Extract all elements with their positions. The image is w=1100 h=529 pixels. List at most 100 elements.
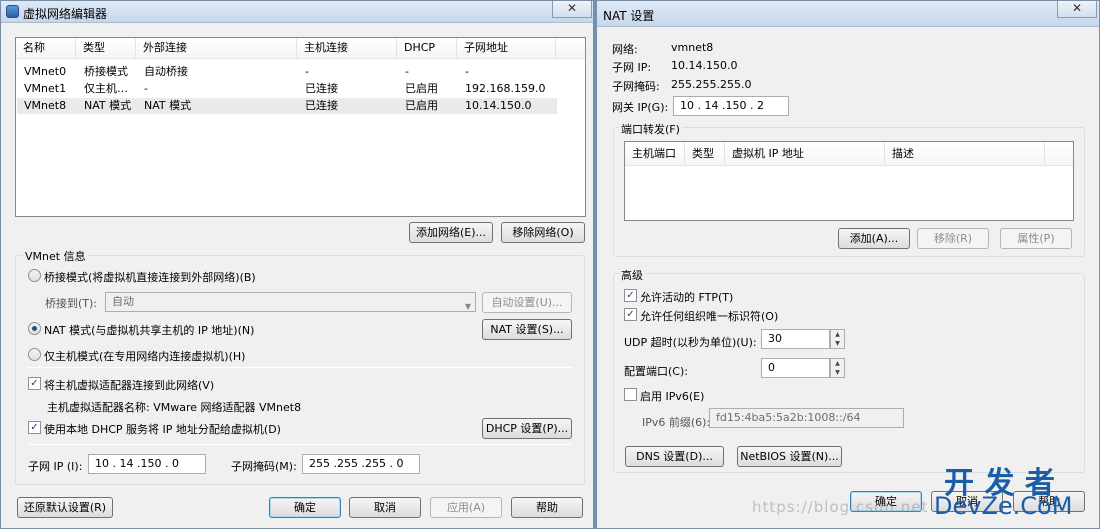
auto-settings-button[interactable]: 自动设置(U)...: [482, 292, 572, 313]
cell: 自动桥接: [144, 65, 188, 78]
close-button[interactable]: ✕: [552, 1, 592, 18]
window-title: 虚拟网络编辑器: [23, 7, 108, 21]
add-button[interactable]: 添加(A)...: [838, 228, 910, 249]
nat-settings-window: NAT 设置 ✕ 网络: vmnet8 子网 IP: 10.14.150.0 子…: [596, 0, 1100, 529]
dns-settings-button[interactable]: DNS 设置(D)...: [625, 446, 724, 467]
divider: [27, 444, 573, 445]
subnet-mask-field[interactable]: 255 .255 .255 . 0: [302, 454, 420, 474]
bridge-to-select[interactable]: 自动 ▼: [105, 292, 476, 312]
cell: 192.168.159.0: [465, 82, 546, 95]
allow-oui-checkbox[interactable]: ✓: [624, 308, 637, 321]
adapter-name-text: 主机虚拟适配器名称: VMware 网络适配器 VMnet8: [47, 401, 302, 414]
close-button[interactable]: ✕: [1057, 1, 1097, 18]
bridge-mode-radio[interactable]: [28, 269, 41, 282]
list-header: 主机端口 类型 虚拟机 IP 地址 描述: [625, 142, 1073, 166]
watermark-logo-bottom: DevZe.CoM: [934, 492, 1073, 520]
udp-timeout-field[interactable]: 30: [761, 329, 830, 349]
virtual-network-editor-window: 虚拟网络编辑器 ✕ 名称 类型 外部连接 主机连接 DHCP 子网地址 VMne…: [0, 0, 594, 529]
col-subnet[interactable]: 子网地址: [457, 38, 556, 58]
remove-button[interactable]: 移除(R): [917, 228, 989, 249]
title-bar[interactable]: NAT 设置: [597, 1, 1099, 27]
udp-timeout-label: UDP 超时(以秒为单位)(U):: [624, 336, 757, 349]
network-label: 网络:: [612, 43, 638, 56]
properties-button[interactable]: 属性(P): [1000, 228, 1072, 249]
host-only-label[interactable]: 仅主机模式(在专用网络内连接虚拟机)(H): [44, 348, 245, 364]
connect-adapter-label[interactable]: 将主机虚拟适配器连接到此网络(V): [44, 377, 214, 393]
allow-ftp-checkbox[interactable]: ✓: [624, 289, 637, 302]
advanced-label: 高级: [619, 267, 645, 283]
chevron-down-icon: ▼: [464, 302, 471, 311]
subnet-ip-value: 10.14.150.0: [671, 59, 738, 72]
col-type[interactable]: 类型: [685, 142, 725, 165]
col-host[interactable]: 主机连接: [297, 38, 397, 58]
subnet-ip-field[interactable]: 10 . 14 .150 . 0: [88, 454, 206, 474]
nat-mode-label[interactable]: NAT 模式(与虚拟机共享主机的 IP 地址)(N): [44, 322, 254, 338]
subnet-mask-label: 子网掩码(M):: [231, 460, 297, 473]
col-dhcp[interactable]: DHCP: [397, 38, 457, 58]
use-dhcp-checkbox[interactable]: ✓: [28, 421, 41, 434]
col-external[interactable]: 外部连接: [136, 38, 297, 58]
config-port-label: 配置端口(C):: [624, 365, 688, 378]
cell: -: [305, 65, 309, 78]
vmnet-info-label: VMnet 信息: [23, 248, 88, 264]
use-dhcp-label[interactable]: 使用本地 DHCP 服务将 IP 地址分配给虚拟机(D): [44, 421, 281, 437]
watermark-url: https://blog.csdn.net: [752, 498, 929, 516]
up-arrow-icon[interactable]: ▲: [831, 330, 844, 339]
col-type[interactable]: 类型: [76, 38, 136, 58]
dhcp-settings-button[interactable]: DHCP 设置(P)...: [482, 418, 572, 439]
subnet-mask-label: 子网掩码:: [612, 80, 660, 93]
col-host-port[interactable]: 主机端口: [625, 142, 685, 165]
down-arrow-icon[interactable]: ▼: [831, 368, 844, 377]
list-header: 名称 类型 外部连接 主机连接 DHCP 子网地址: [16, 38, 585, 59]
network-value: vmnet8: [671, 41, 714, 54]
gateway-field[interactable]: 10 . 14 .150 . 2: [673, 96, 789, 116]
bridge-to-label: 桥接到(T):: [45, 297, 98, 310]
nat-mode-radio[interactable]: [28, 322, 41, 335]
title-bar[interactable]: 虚拟网络编辑器: [1, 1, 593, 23]
restore-defaults-button[interactable]: 还原默认设置(R): [17, 497, 113, 518]
config-port-field[interactable]: 0: [761, 358, 830, 378]
network-row-vmnet1[interactable]: VMnet1 仅主机… - 已连接 已启用 192.168.159.0: [17, 81, 557, 97]
nat-settings-button[interactable]: NAT 设置(S)...: [482, 319, 572, 340]
host-only-radio[interactable]: [28, 348, 41, 361]
udp-timeout-stepper[interactable]: ▲ ▼: [830, 329, 845, 349]
cell: NAT 模式: [144, 99, 192, 112]
add-network-button[interactable]: 添加网络(E)...: [409, 222, 493, 243]
allow-oui-label[interactable]: 允许任何组织唯一标识符(O): [640, 308, 778, 324]
ok-button[interactable]: 确定: [269, 497, 341, 518]
cancel-button[interactable]: 取消: [349, 497, 421, 518]
cell: -: [465, 65, 469, 78]
enable-ipv6-checkbox[interactable]: [624, 388, 637, 401]
apply-button[interactable]: 应用(A): [430, 497, 502, 518]
gateway-label: 网关 IP(G):: [612, 101, 669, 114]
cell: 已连接: [305, 99, 338, 112]
remove-network-button[interactable]: 移除网络(O): [501, 222, 585, 243]
subnet-ip-label: 子网 IP:: [612, 61, 652, 74]
port-forward-list[interactable]: 主机端口 类型 虚拟机 IP 地址 描述: [624, 141, 1074, 221]
help-button[interactable]: 帮助: [511, 497, 583, 518]
enable-ipv6-label[interactable]: 启用 IPv6(E): [640, 388, 704, 404]
connect-adapter-checkbox[interactable]: ✓: [28, 377, 41, 390]
subnet-ip-label: 子网 IP (I):: [28, 460, 83, 473]
network-row-vmnet0[interactable]: VMnet0 桥接模式 自动桥接 - - -: [17, 64, 557, 80]
network-list[interactable]: 名称 类型 外部连接 主机连接 DHCP 子网地址 VMnet0 桥接模式 自动…: [15, 37, 586, 217]
port-forward-label: 端口转发(F): [619, 121, 682, 137]
subnet-mask-value: 255.255.255.0: [671, 78, 752, 91]
config-port-stepper[interactable]: ▲ ▼: [830, 358, 845, 378]
up-arrow-icon[interactable]: ▲: [831, 359, 844, 368]
app-icon: [6, 5, 19, 18]
vmnet-info-group: [15, 255, 585, 485]
netbios-settings-button[interactable]: NetBIOS 设置(N)...: [737, 446, 842, 467]
cell: VMnet0: [24, 65, 67, 78]
cell: -: [144, 82, 148, 95]
network-row-vmnet8[interactable]: VMnet8 NAT 模式 NAT 模式 已连接 已启用 10.14.150.0: [17, 98, 557, 114]
window-title: NAT 设置: [603, 9, 655, 23]
down-arrow-icon[interactable]: ▼: [831, 339, 844, 348]
col-name[interactable]: 名称: [16, 38, 76, 58]
col-vm-ip[interactable]: 虚拟机 IP 地址: [725, 142, 885, 165]
ipv6-prefix-field[interactable]: fd15:4ba5:5a2b:1008::/64: [709, 408, 904, 428]
allow-ftp-label[interactable]: 允许活动的 FTP(T): [640, 289, 733, 305]
bridge-mode-label[interactable]: 桥接模式(将虚拟机直接连接到外部网络)(B): [44, 269, 256, 285]
col-description[interactable]: 描述: [885, 142, 1045, 165]
cell: 已启用: [405, 99, 438, 112]
